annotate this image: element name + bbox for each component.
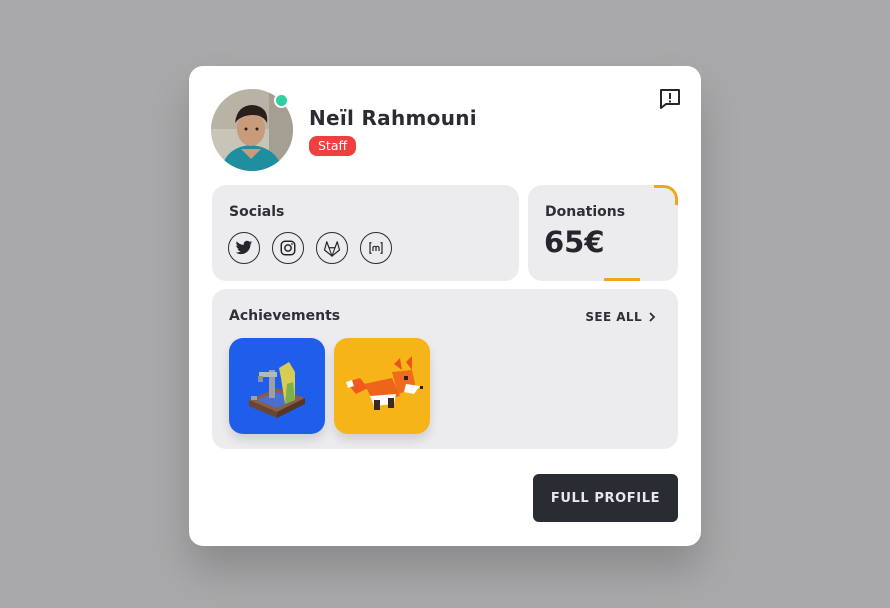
achievements-title: Achievements: [229, 308, 341, 324]
online-status-indicator: [274, 93, 289, 108]
achievements-panel: Achievements SEE ALL: [212, 289, 678, 449]
fox-achievement-icon[interactable]: [334, 338, 430, 434]
user-name: Neïl Rahmouni: [309, 106, 477, 130]
social-links: [228, 232, 392, 264]
report-feedback-icon[interactable]: [658, 87, 682, 111]
instagram-icon[interactable]: [272, 232, 304, 264]
socials-panel: Socials: [212, 185, 519, 281]
full-profile-button[interactable]: FULL PROFILE: [533, 474, 678, 522]
donation-amount: 65€: [544, 225, 605, 259]
socials-title: Socials: [229, 204, 285, 220]
donation-accent: [654, 185, 678, 205]
see-all-link[interactable]: SEE ALL: [585, 310, 656, 324]
malt-icon[interactable]: [360, 232, 392, 264]
profile-card: Neïl Rahmouni Staff Socials Donations 65…: [189, 66, 701, 546]
donations-panel: Donations 65€: [528, 185, 678, 281]
gitlab-icon[interactable]: [316, 232, 348, 264]
fountain-achievement-icon[interactable]: [229, 338, 325, 434]
donation-accent: [604, 278, 640, 281]
donations-title: Donations: [545, 204, 626, 220]
role-badge: Staff: [309, 136, 357, 156]
see-all-label: SEE ALL: [585, 310, 642, 324]
chevron-right-icon: [649, 312, 656, 322]
twitter-icon[interactable]: [228, 232, 260, 264]
